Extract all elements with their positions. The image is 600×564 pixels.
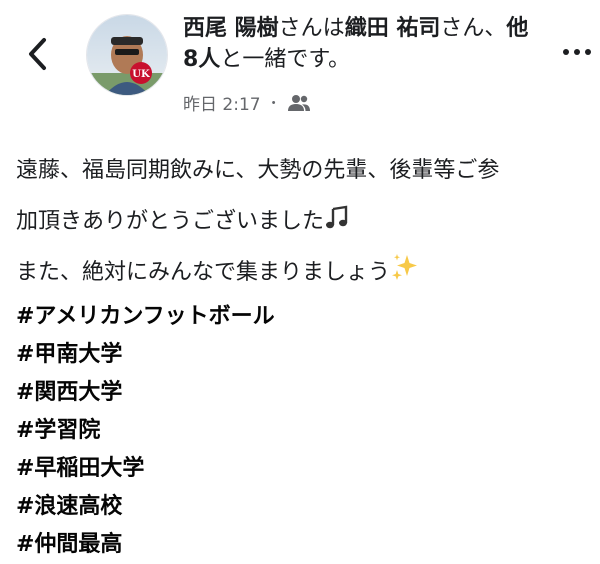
badge-text: UK [132,69,150,80]
hashtag-link[interactable]: #関西大学 [16,374,596,412]
hashtag-link[interactable]: #仲間最高 [16,526,596,564]
post-text-line-with-emoji: 加頂きありがとうございました [16,196,596,247]
hashtag-link[interactable]: #学習院 [16,412,596,450]
header-connector-1: さんは [278,16,345,41]
back-button[interactable] [26,36,50,72]
tagged-person-name[interactable]: 織田 祐司 [345,16,441,41]
more-options-button[interactable] [563,42,597,62]
music-note-icon [326,205,348,229]
hashtag-link[interactable]: #早稲田大学 [16,450,596,488]
chevron-left-icon [29,38,46,70]
header-connector-3: と一緒です。 [220,47,351,72]
more-dot-icon [574,49,580,55]
header-connector-2: さん、 [440,16,507,41]
post-text-line: 遠藤、福島同期飲みに、大勢の先輩、後輩等ご参 [16,158,500,183]
post-meta: 昨日 2:17 ・ [183,90,311,115]
post-text-segment: また、絶対にみんなで集まりましょう [16,260,391,285]
avatar[interactable]: UK [86,14,168,96]
hashtag-link[interactable]: #浪速高校 [16,488,596,526]
more-dot-icon [585,49,591,55]
post-text-segment: 加頂きありがとうございました [16,209,325,234]
post-timestamp[interactable]: 昨日 2:17 [183,90,261,115]
post-text-line-with-emoji: また、絶対にみんなで集まりましょう [16,247,596,298]
hashtag-link[interactable]: #アメリカンフットボール [16,298,596,336]
hashtag-link[interactable]: #甲南大学 [16,336,596,374]
author-name[interactable]: 西尾 陽樹 [183,16,279,41]
meta-separator: ・ [266,95,281,112]
more-dot-icon [563,49,569,55]
sparkles-icon [392,254,418,280]
friends-icon [287,94,310,111]
post-body: 遠藤、福島同期飲みに、大勢の先輩、後輩等ご参 加頂きありがとうございました また… [16,145,596,564]
post-header: 西尾 陽樹さんは織田 祐司さん、他8人と一緒です。 [183,13,538,75]
